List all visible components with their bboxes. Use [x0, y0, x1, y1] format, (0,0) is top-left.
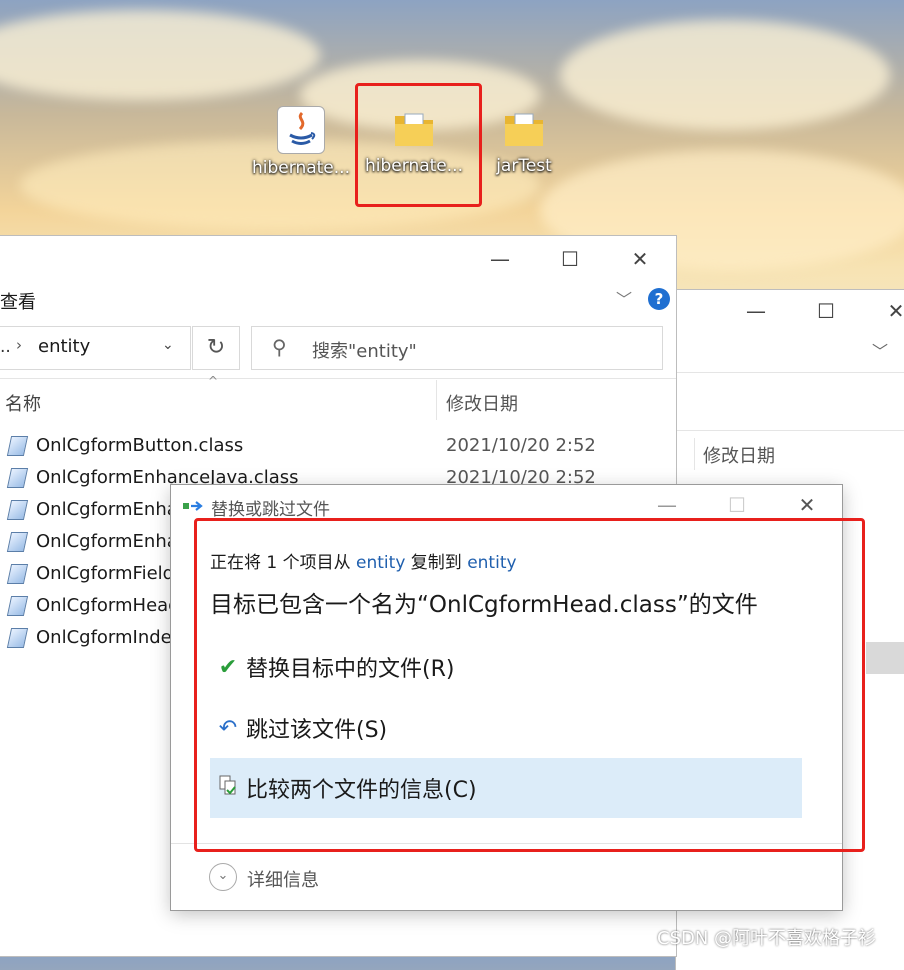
divider: [676, 430, 904, 431]
cloud: [560, 20, 890, 130]
desktop-icon-hibernate-jar[interactable]: hibernate...: [251, 106, 351, 178]
details-label[interactable]: 详细信息: [247, 866, 319, 892]
desktop-icon-label: hibernate...: [252, 158, 350, 178]
menu-view[interactable]: 查看: [0, 288, 36, 314]
help-icon[interactable]: ?: [648, 288, 670, 310]
file-date: 2021/10/20 2:52: [446, 434, 596, 456]
search-input[interactable]: 搜索"entity": [312, 337, 417, 363]
class-file-icon: [6, 467, 28, 487]
close-icon[interactable]: ✕: [787, 490, 827, 520]
file-row[interactable]: OnlCgformHead: [0, 589, 180, 621]
refresh-icon: ↻: [206, 335, 226, 360]
column-separator: [694, 438, 695, 470]
copy-transfer-icon: [183, 499, 205, 513]
file-row[interactable]: OnlCgformEnha: [0, 493, 178, 525]
chevron-down-icon[interactable]: ⌄: [162, 337, 174, 353]
cloud: [0, 10, 320, 100]
watermark: CSDN @阿叶不喜欢格子衫: [657, 928, 877, 949]
class-file-icon: [6, 595, 28, 615]
dialog-title: 替换或跳过文件: [211, 500, 330, 520]
file-row[interactable]: OnlCgformButton.class 2021/10/20 2:52: [0, 429, 596, 461]
file-row[interactable]: OnlCgformField: [0, 557, 174, 589]
address-ellipsis[interactable]: ..: [0, 337, 11, 357]
file-row[interactable]: OnlCgformIndex: [0, 621, 182, 653]
chevron-down-icon[interactable]: ﹀: [872, 338, 888, 362]
column-header-date[interactable]: 修改日期: [446, 390, 518, 416]
column-header-name[interactable]: 名称: [5, 390, 41, 416]
divider: [0, 378, 676, 379]
minimize-icon[interactable]: —: [647, 490, 687, 520]
search-icon: ⚲: [272, 335, 287, 359]
divider: [676, 372, 904, 373]
sort-up-icon: ^: [208, 374, 219, 388]
file-name: OnlCgformHead: [36, 594, 180, 616]
class-file-icon: [6, 563, 28, 583]
address-segment-entity[interactable]: entity: [38, 336, 90, 357]
close-icon[interactable]: ✕: [876, 296, 904, 326]
chevron-down-icon[interactable]: ﹀: [616, 286, 632, 310]
expand-details-button[interactable]: ⌄: [209, 863, 237, 891]
refresh-button[interactable]: ↻: [192, 326, 240, 370]
class-file-icon: [6, 499, 28, 519]
close-icon[interactable]: ✕: [620, 244, 660, 274]
maximize-icon[interactable]: ☐: [550, 244, 590, 274]
desktop-icon-jartest-folder[interactable]: jarTest: [474, 106, 574, 176]
file-name: OnlCgformEnha: [36, 530, 178, 552]
file-name: OnlCgformIndex: [36, 626, 183, 648]
folder-icon: [501, 106, 547, 152]
file-name: OnlCgformEnha: [36, 498, 178, 520]
maximize-icon: ☐: [728, 493, 746, 517]
annotation-highlight-folder: [355, 83, 482, 207]
chevron-down-icon: ⌄: [217, 868, 229, 883]
column-separator: [436, 380, 437, 420]
maximize-icon[interactable]: ☐: [806, 296, 846, 326]
java-icon: [277, 106, 325, 154]
file-name: OnlCgformField: [36, 562, 175, 584]
file-name: OnlCgformButton.class: [36, 434, 244, 456]
annotation-highlight-dialog: [194, 518, 865, 852]
class-file-icon: [6, 531, 28, 551]
desktop-icon-label: jarTest: [496, 156, 552, 176]
minimize-icon[interactable]: —: [480, 244, 520, 274]
class-file-icon: [6, 435, 28, 455]
address-bar[interactable]: .. › entity ⌄: [0, 326, 191, 370]
chevron-right-icon: ›: [16, 336, 22, 354]
search-box[interactable]: ⚲ 搜索"entity": [251, 326, 663, 370]
file-row[interactable]: OnlCgformEnha: [0, 525, 178, 557]
class-file-icon: [6, 627, 28, 647]
column-header-date[interactable]: 修改日期: [703, 442, 775, 468]
minimize-icon[interactable]: —: [736, 296, 776, 326]
selected-row[interactable]: [866, 642, 904, 674]
